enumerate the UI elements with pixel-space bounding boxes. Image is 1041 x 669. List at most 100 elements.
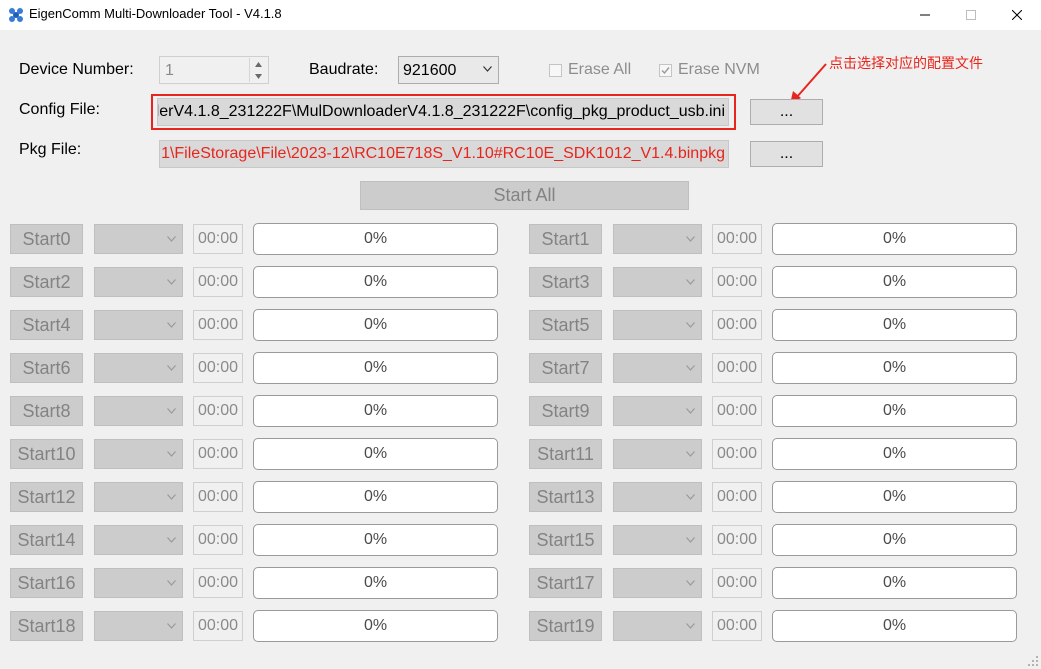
download-slot: Start15 00:00 0% <box>529 524 1041 556</box>
slot-port-select[interactable] <box>613 267 702 297</box>
close-button[interactable] <box>994 0 1040 30</box>
slot-start-button[interactable]: Start5 <box>529 310 602 340</box>
slot-port-select[interactable] <box>94 568 183 598</box>
slot-start-button[interactable]: Start19 <box>529 611 602 641</box>
slot-start-button[interactable]: Start12 <box>10 482 83 512</box>
download-slot: Start12 00:00 0% <box>10 481 530 513</box>
slot-progress-bar: 0% <box>772 352 1017 384</box>
maximize-button[interactable] <box>948 0 994 30</box>
checkbox-box <box>549 63 562 77</box>
chevron-down-icon <box>167 322 176 328</box>
slot-port-select[interactable] <box>94 267 183 297</box>
download-slot: Start3 00:00 0% <box>529 266 1041 298</box>
pkg-file-label: Pkg File: <box>19 141 82 158</box>
slot-port-select[interactable] <box>94 353 183 383</box>
slot-start-button[interactable]: Start2 <box>10 267 83 297</box>
download-slot: Start1 00:00 0% <box>529 223 1041 255</box>
chevron-down-icon <box>686 236 695 242</box>
slot-start-button[interactable]: Start7 <box>529 353 602 383</box>
slot-port-select[interactable] <box>613 568 702 598</box>
slot-elapsed-time: 00:00 <box>193 568 243 598</box>
slot-port-select[interactable] <box>94 525 183 555</box>
slot-port-select[interactable] <box>613 525 702 555</box>
pkg-browse-button[interactable]: ... <box>750 141 823 167</box>
spin-down-button[interactable] <box>250 70 267 82</box>
chevron-down-icon <box>167 580 176 586</box>
slot-start-button[interactable]: Start16 <box>10 568 83 598</box>
baudrate-value: 921600 <box>403 62 457 79</box>
chevron-down-icon <box>167 365 176 371</box>
erase-all-label: Erase All <box>568 61 632 78</box>
slot-port-select[interactable] <box>613 396 702 426</box>
baudrate-select[interactable]: 921600 <box>398 56 499 84</box>
erase-all-checkbox[interactable]: Erase All <box>549 61 631 79</box>
slot-elapsed-time: 00:00 <box>193 611 243 641</box>
slot-port-select[interactable] <box>94 482 183 512</box>
device-number-label: Device Number: <box>19 61 134 78</box>
title-bar: EigenComm Multi-Downloader Tool - V4.1.8 <box>0 0 1041 30</box>
annotation-text: 点击选择对应的配置文件 <box>829 55 983 71</box>
slot-port-select[interactable] <box>613 224 702 254</box>
slot-start-button[interactable]: Start6 <box>10 353 83 383</box>
pkg-file-input[interactable]: 1\FileStorage\File\2023-12\RC10E718S_V1.… <box>159 140 729 168</box>
slot-start-button[interactable]: Start10 <box>10 439 83 469</box>
chevron-down-icon <box>167 537 176 543</box>
chevron-down-icon <box>686 279 695 285</box>
slot-start-button[interactable]: Start3 <box>529 267 602 297</box>
slot-progress-bar: 0% <box>772 223 1017 255</box>
slot-elapsed-time: 00:00 <box>193 224 243 254</box>
slot-progress-bar: 0% <box>253 395 498 427</box>
slot-port-select[interactable] <box>94 310 183 340</box>
slot-start-button[interactable]: Start8 <box>10 396 83 426</box>
slot-start-button[interactable]: Start15 <box>529 525 602 555</box>
slot-start-button[interactable]: Start0 <box>10 224 83 254</box>
slot-start-button[interactable]: Start9 <box>529 396 602 426</box>
slot-start-button[interactable]: Start1 <box>529 224 602 254</box>
slot-port-select[interactable] <box>94 224 183 254</box>
download-slot: Start4 00:00 0% <box>10 309 530 341</box>
checkbox-box <box>659 63 672 77</box>
download-slot: Start19 00:00 0% <box>529 610 1041 642</box>
slot-start-button[interactable]: Start13 <box>529 482 602 512</box>
slot-elapsed-time: 00:00 <box>712 310 762 340</box>
slot-start-button[interactable]: Start4 <box>10 310 83 340</box>
device-number-spinbox[interactable]: 1 <box>159 56 269 84</box>
slot-progress-bar: 0% <box>772 610 1017 642</box>
slot-elapsed-time: 00:00 <box>712 439 762 469</box>
slot-elapsed-time: 00:00 <box>712 396 762 426</box>
minimize-icon <box>920 14 930 16</box>
erase-nvm-checkbox[interactable]: Erase NVM <box>659 61 760 79</box>
slot-port-select[interactable] <box>613 439 702 469</box>
slot-progress-bar: 0% <box>253 524 498 556</box>
minimize-button[interactable] <box>902 0 948 30</box>
chevron-down-icon <box>167 494 176 500</box>
erase-nvm-label: Erase NVM <box>678 61 760 78</box>
resize-grip-icon[interactable] <box>1027 655 1039 667</box>
config-browse-button[interactable]: ... <box>750 99 823 125</box>
download-slot: Start0 00:00 0% <box>10 223 530 255</box>
slot-start-button[interactable]: Start18 <box>10 611 83 641</box>
slot-port-select[interactable] <box>613 353 702 383</box>
slot-port-select[interactable] <box>613 611 702 641</box>
close-icon <box>1012 10 1022 20</box>
spin-up-button[interactable] <box>250 58 267 70</box>
slot-port-select[interactable] <box>94 396 183 426</box>
download-slot: Start17 00:00 0% <box>529 567 1041 599</box>
slot-progress-bar: 0% <box>772 438 1017 470</box>
slot-port-select[interactable] <box>613 482 702 512</box>
start-all-button[interactable]: Start All <box>360 181 689 210</box>
slot-elapsed-time: 00:00 <box>193 525 243 555</box>
slot-start-button[interactable]: Start14 <box>10 525 83 555</box>
slot-start-button[interactable]: Start11 <box>529 439 602 469</box>
window-title: EigenComm Multi-Downloader Tool - V4.1.8 <box>29 6 282 21</box>
chevron-down-icon <box>167 236 176 242</box>
slot-port-select[interactable] <box>613 310 702 340</box>
slot-start-button[interactable]: Start17 <box>529 568 602 598</box>
slot-progress-bar: 0% <box>253 438 498 470</box>
download-slot: Start10 00:00 0% <box>10 438 530 470</box>
slot-port-select[interactable] <box>94 439 183 469</box>
slot-progress-bar: 0% <box>772 567 1017 599</box>
slot-port-select[interactable] <box>94 611 183 641</box>
chevron-down-icon <box>686 494 695 500</box>
download-slot: Start6 00:00 0% <box>10 352 530 384</box>
